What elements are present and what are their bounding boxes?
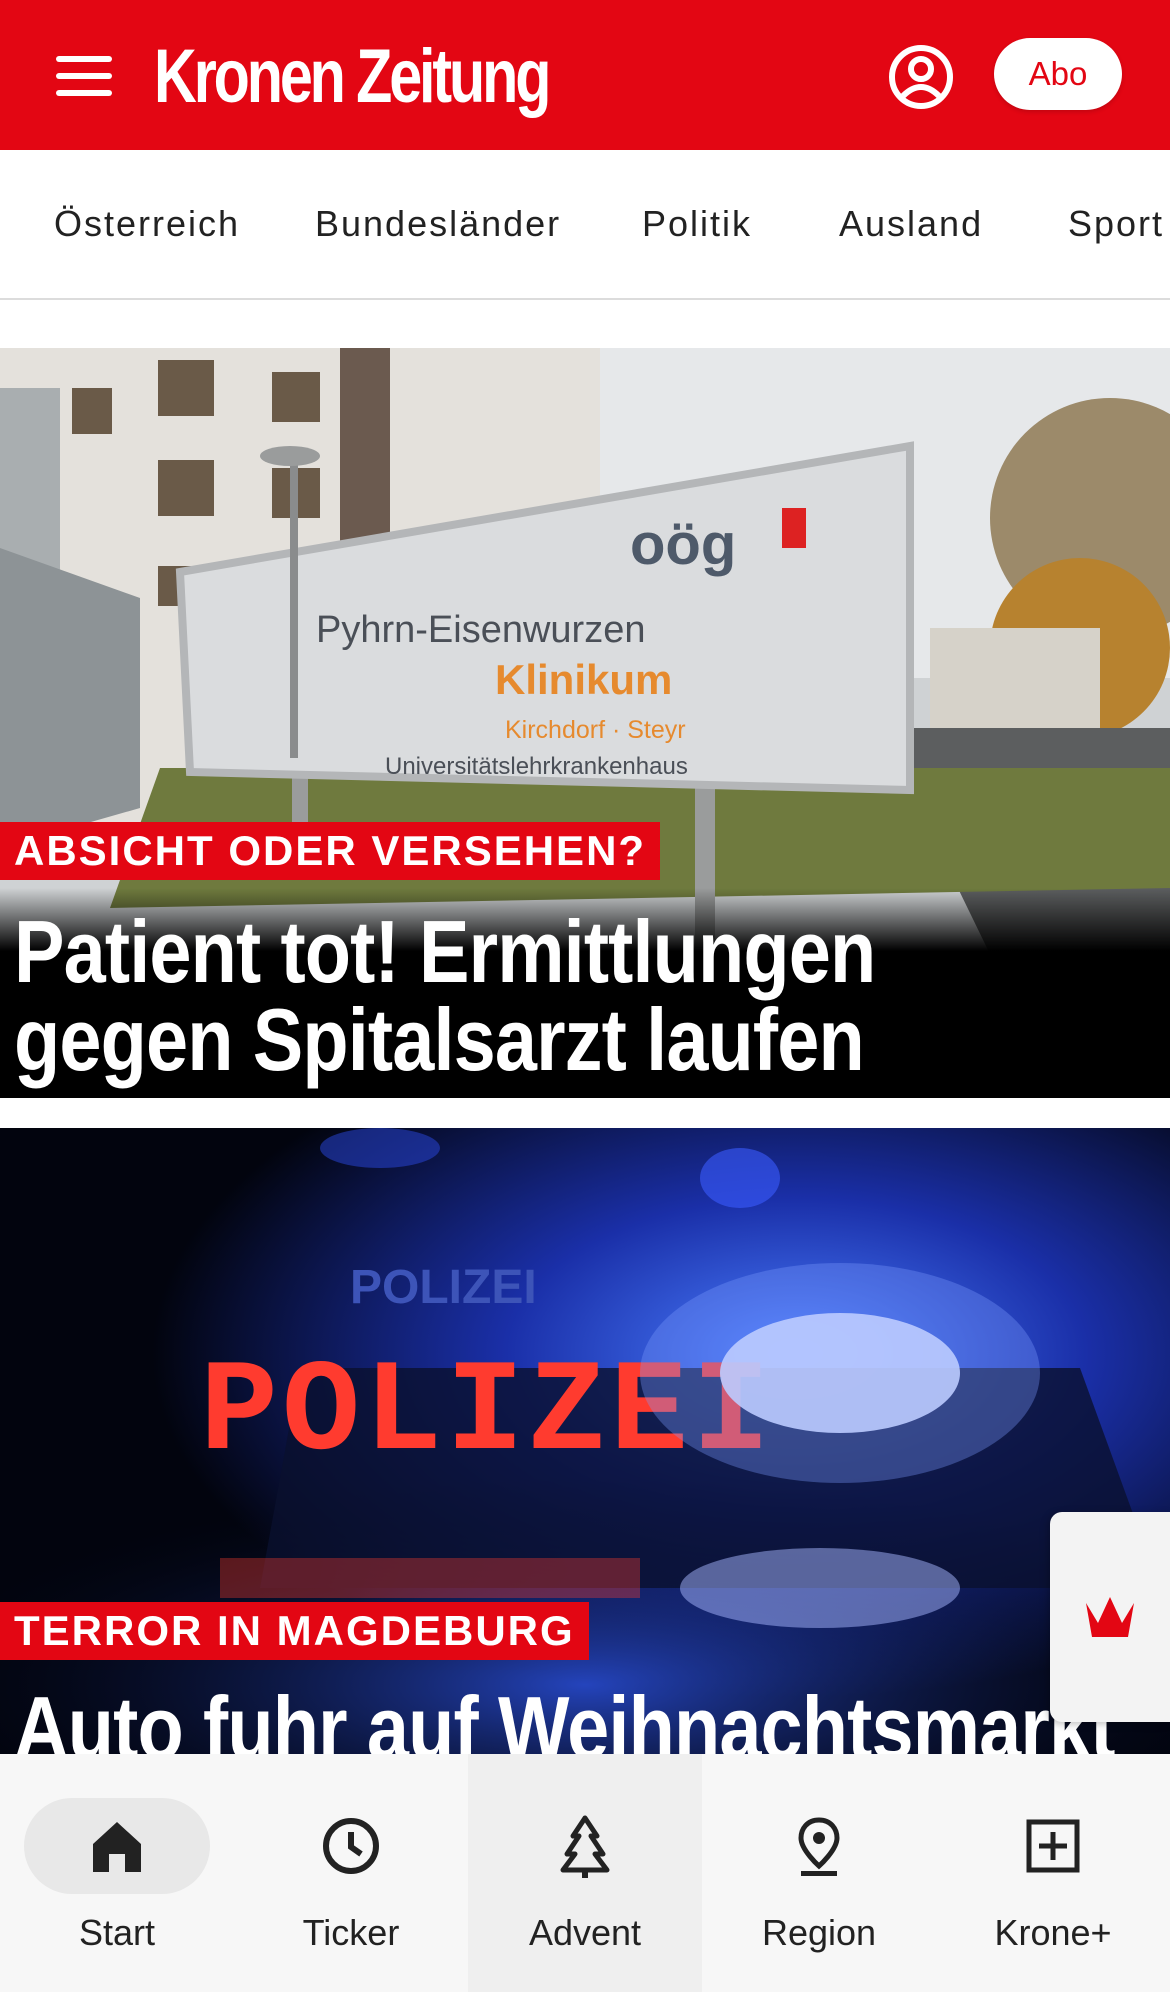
nav-advent[interactable]: Advent — [468, 1754, 702, 1992]
top-app-bar: Kronen Zeitung Abo — [0, 0, 1170, 150]
category-nav: Österreich Bundesländer Politik Ausland … — [0, 150, 1170, 300]
headline-line-1: Patient tot! Ermittlungen — [14, 902, 876, 1001]
nav-ticker[interactable]: Ticker — [234, 1754, 468, 1992]
headline-line-1: Auto fuhr auf Weihnachtsmarkt — [14, 1678, 1115, 1755]
sign-line-3: Kirchdorf · Steyr — [505, 716, 686, 744]
article-kicker: TERROR IN MAGDEBURG — [0, 1602, 589, 1660]
menu-icon[interactable] — [56, 56, 112, 96]
category-ausland[interactable]: Ausland — [839, 150, 983, 298]
tree-icon — [560, 1815, 610, 1878]
bottom-navigation: Start Ticker Advent Region Krone+ — [0, 1754, 1170, 1992]
nav-label: Advent — [528, 1912, 642, 1953]
article-image-police: POLIZEI POLIZEI — [0, 1128, 1170, 1754]
nav-region[interactable]: Region — [702, 1754, 936, 1992]
site-logo[interactable]: Kronen Zeitung — [154, 34, 551, 120]
article-headline[interactable]: Auto fuhr auf Weihnachtsmarkt — [14, 1678, 1115, 1755]
nav-label: Start — [78, 1912, 156, 1953]
clock-icon — [323, 1818, 379, 1874]
home-icon — [93, 1822, 141, 1872]
category-politik[interactable]: Politik — [642, 150, 752, 298]
article-card-magdeburg[interactable]: POLIZEI POLIZEI TERROR IN MAGDEBURG Auto… — [0, 1128, 1170, 1754]
sign-logo-text: oög — [630, 512, 736, 577]
nav-label: Region — [761, 1912, 877, 1953]
location-pin-icon — [798, 1817, 840, 1876]
plus-box-icon — [1026, 1819, 1080, 1873]
category-oesterreich[interactable]: Österreich — [54, 150, 240, 298]
category-sport[interactable]: Sport — [1068, 150, 1164, 298]
crown-icon — [1086, 1597, 1134, 1637]
article-card-hospital[interactable]: oög Pyhrn-Eisenwurzen Klinikum Kirchdorf… — [0, 348, 1170, 1098]
article-headline[interactable]: Patient tot! Ermittlungen gegen Spitalsa… — [14, 902, 876, 1089]
nav-label: Ticker — [302, 1912, 400, 1953]
sign-line-2: Klinikum — [495, 656, 672, 703]
category-bundeslaender[interactable]: Bundesländer — [315, 150, 561, 298]
sign-line-4: Universitätslehrkrankenhaus — [385, 753, 688, 780]
article-kicker: ABSICHT ODER VERSEHEN? — [0, 822, 661, 880]
sign-line-1: Pyhrn-Eisenwurzen — [316, 609, 645, 651]
nav-label: Krone+ — [994, 1912, 1112, 1953]
krone-plus-float-button[interactable] — [1050, 1512, 1170, 1722]
nav-krone-plus[interactable]: Krone+ — [936, 1754, 1170, 1992]
headline-line-2: gegen Spitalsarzt laufen — [14, 990, 865, 1089]
subscribe-button[interactable]: Abo — [994, 38, 1122, 110]
account-icon[interactable] — [888, 44, 954, 110]
image-small-sign-text: POLIZEI — [350, 1261, 537, 1314]
nav-start[interactable]: Start — [0, 1754, 234, 1992]
